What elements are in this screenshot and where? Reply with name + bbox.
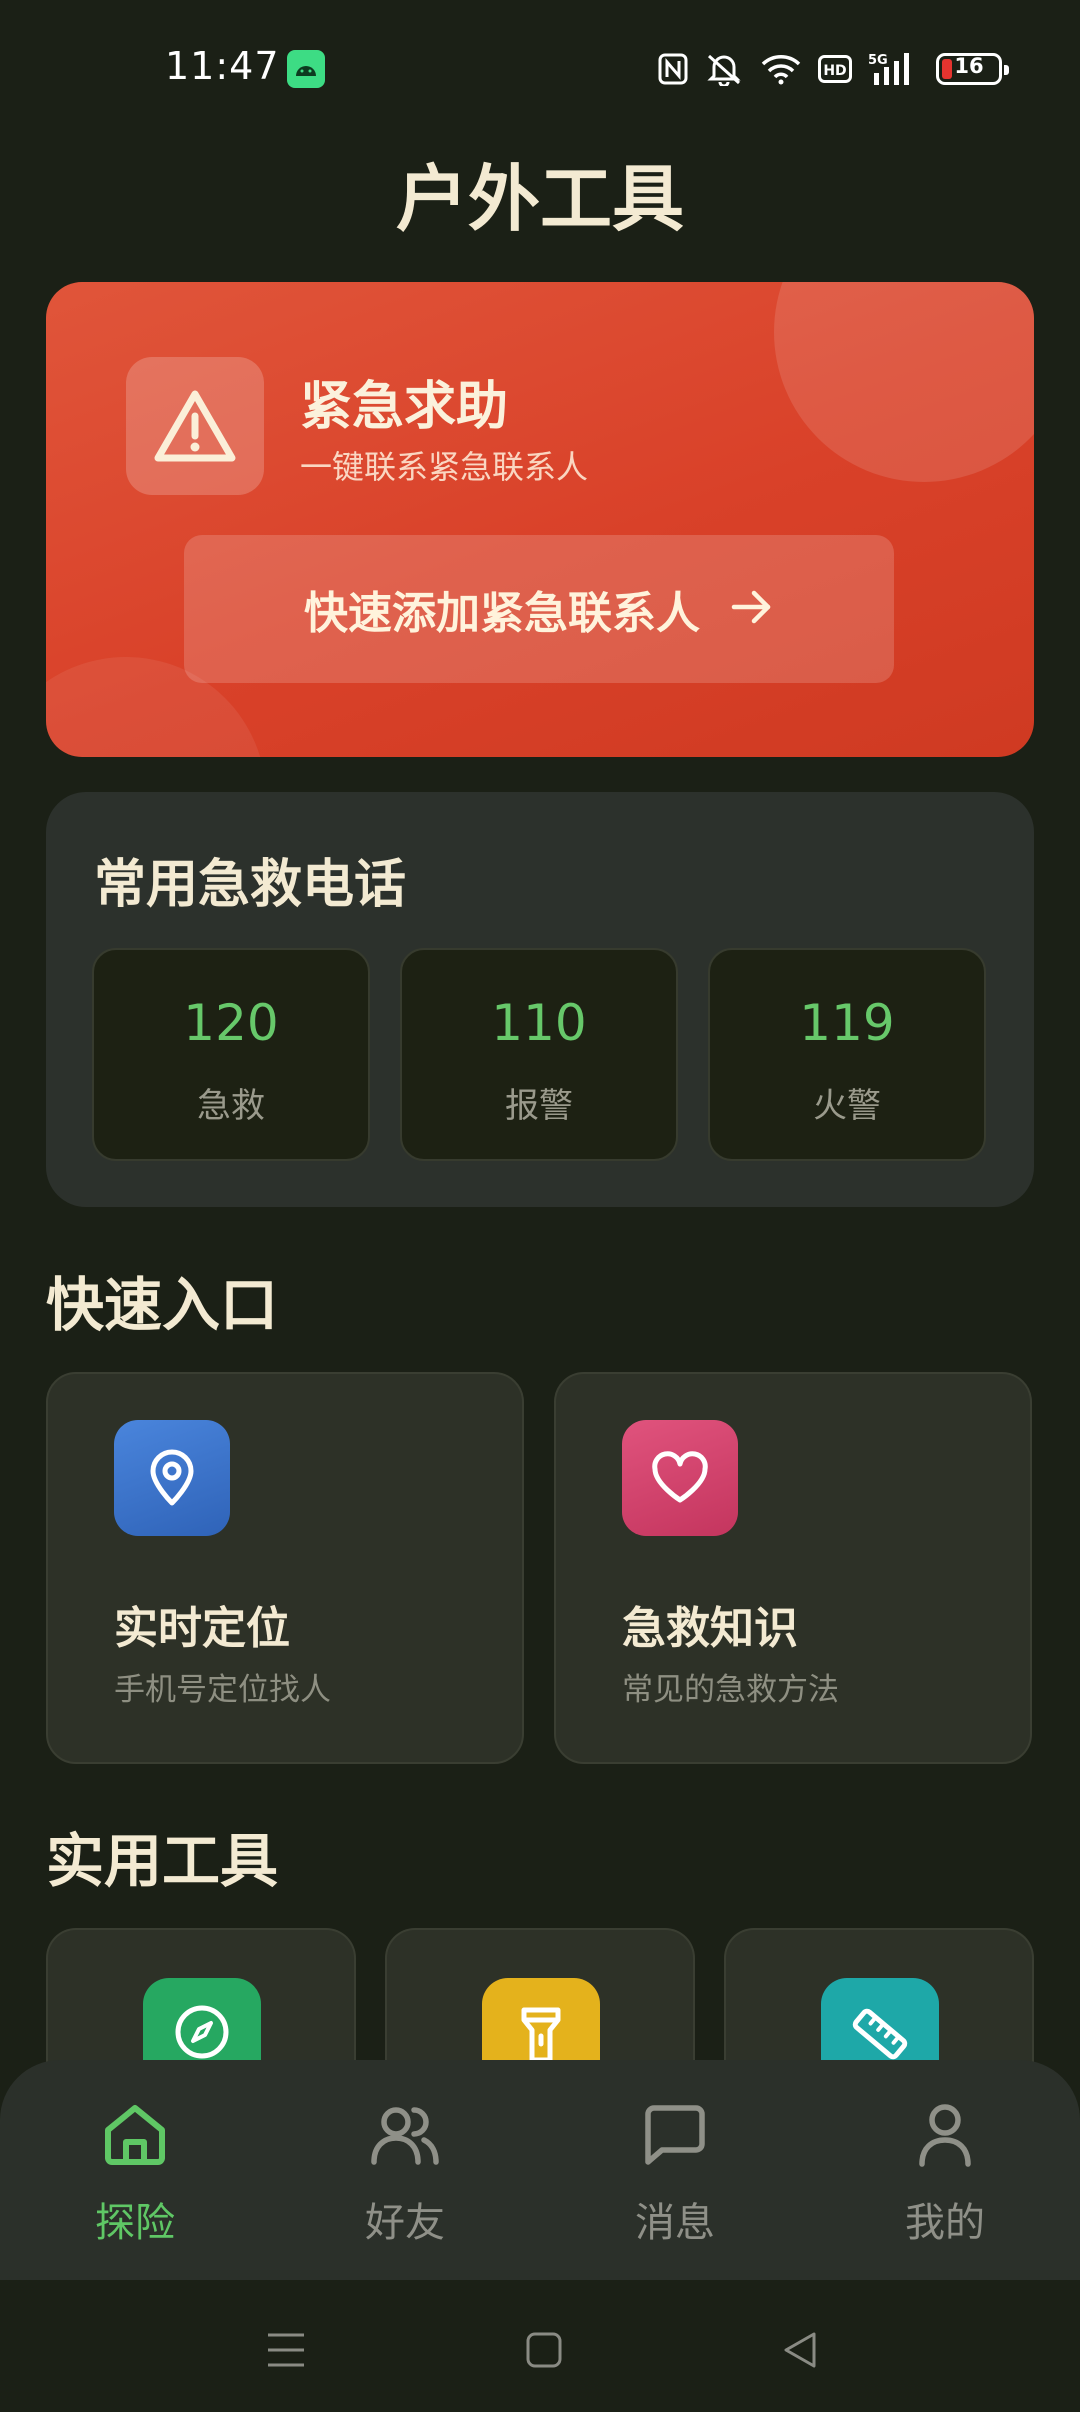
hotline-number: 110 (491, 994, 587, 1052)
nav-messages[interactable]: 消息 (540, 2060, 810, 2280)
page-title: 户外工具 (395, 157, 684, 241)
quick-entry-location[interactable]: 实时定位 手机号定位找人 (46, 1372, 524, 1764)
emergency-subtitle: 一键联系紧急联系人 (300, 448, 589, 486)
nfc-icon (658, 53, 688, 85)
system-navigation-bar (0, 2280, 1080, 2412)
hotline-item-119[interactable]: 119 火警 (708, 948, 986, 1161)
tools-title: 实用工具 (46, 1827, 279, 1895)
quick-entry-subtitle: 常见的急救方法 (622, 1672, 839, 1708)
quick-entry-first-aid[interactable]: 急救知识 常见的急救方法 (554, 1372, 1032, 1764)
quick-entry-title: 快速入口 (46, 1271, 279, 1339)
nav-friends[interactable]: 好友 (270, 2060, 540, 2280)
location-pin-icon (114, 1420, 230, 1536)
nav-label: 消息 (635, 2200, 715, 2246)
nav-profile[interactable]: 我的 (810, 2060, 1080, 2280)
hotline-label: 急救 (197, 1086, 265, 1126)
hotline-title: 常用急救电话 (94, 855, 407, 915)
signal-5g-icon: 5G (868, 51, 920, 87)
hotline-number: 119 (799, 994, 895, 1052)
wifi-icon (760, 53, 802, 85)
status-time: 11:47 (165, 44, 280, 88)
home-square-icon[interactable] (514, 2320, 574, 2380)
arrow-right-icon (730, 587, 774, 631)
add-emergency-contact-button[interactable]: 快速添加紧急联系人 (184, 535, 894, 683)
friends-icon (270, 2100, 540, 2170)
battery-icon: 16 (936, 53, 1009, 85)
nav-label: 我的 (905, 2200, 985, 2246)
add-contact-label: 快速添加紧急联系人 (304, 588, 700, 639)
warning-triangle-icon (126, 357, 264, 495)
mute-icon (704, 52, 744, 86)
bottom-navigation: 探险 好友 消息 我的 (0, 2060, 1080, 2280)
decoration (774, 282, 1034, 482)
hotline-number: 120 (183, 994, 279, 1052)
hd-icon: HD (818, 55, 852, 83)
quick-entry-subtitle: 手机号定位找人 (114, 1672, 331, 1708)
hotline-label: 报警 (505, 1086, 573, 1126)
nav-label: 探险 (95, 2200, 175, 2246)
hotline-label: 火警 (813, 1086, 881, 1126)
android-icon (287, 50, 325, 88)
back-icon[interactable] (770, 2320, 830, 2380)
nav-explore[interactable]: 探险 (0, 2060, 270, 2280)
hotline-item-110[interactable]: 110 报警 (400, 948, 678, 1161)
heart-icon (622, 1420, 738, 1536)
hotline-card: 常用急救电话 120 急救 110 报警 119 火警 (46, 792, 1034, 1207)
nav-label: 好友 (365, 2200, 445, 2246)
status-bar: 11:47 HD 5G 16 (0, 0, 1080, 140)
hotline-item-120[interactable]: 120 急救 (92, 948, 370, 1161)
svg-text:HD: HD (823, 63, 846, 79)
home-icon (0, 2100, 270, 2170)
status-icons: HD 5G 16 (658, 48, 1009, 90)
emergency-title: 紧急求助 (300, 377, 509, 437)
profile-icon (810, 2100, 1080, 2170)
quick-entry-label: 急救知识 (622, 1603, 798, 1654)
quick-entry-label: 实时定位 (114, 1603, 290, 1654)
menu-icon[interactable] (256, 2320, 316, 2380)
battery-level: 16 (954, 54, 984, 78)
svg-text:5G: 5G (868, 53, 888, 68)
emergency-card[interactable]: 紧急求助 一键联系紧急联系人 快速添加紧急联系人 (46, 282, 1034, 757)
message-icon (540, 2100, 810, 2170)
